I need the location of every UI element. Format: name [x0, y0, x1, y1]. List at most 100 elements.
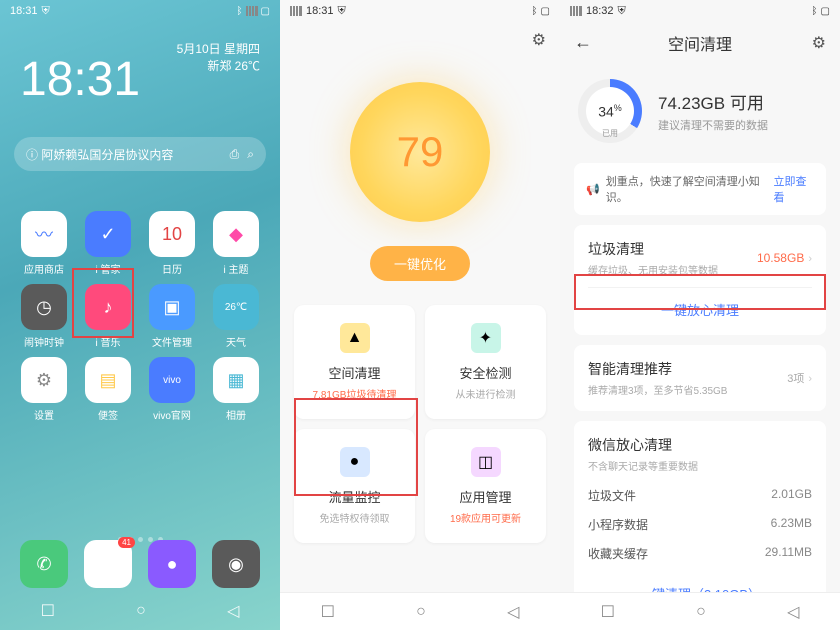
list-row: 收藏夹缓存 29.11MB	[588, 539, 812, 568]
manager-screen: 18:31 ⛨ ᛒ▢ ⚙ 79 一键优化 ▲空间清理7.81GB垃圾待清理✦安全…	[280, 0, 560, 630]
score-value: 79	[397, 128, 444, 176]
app-icon: 10	[149, 211, 195, 257]
row-key: 收藏夹缓存	[588, 545, 648, 562]
nav-home[interactable]: ○	[416, 603, 426, 621]
row-val: 2.01GB	[771, 487, 812, 504]
row-val: 6.23MB	[771, 516, 812, 533]
dock: ✆ ▭41 ● ◉	[0, 540, 280, 588]
nav-home[interactable]: ○	[136, 602, 146, 620]
app-设置[interactable]: ⚙设置	[12, 357, 76, 422]
app-icon: ◆	[213, 211, 259, 257]
tile-title: 应用管理	[433, 487, 538, 506]
nav-recent[interactable]: ☐	[41, 601, 55, 621]
junk-size: 10.58GB	[757, 251, 804, 265]
search-icon[interactable]: ⌕	[247, 147, 254, 162]
mic-icon[interactable]: ⎙	[230, 147, 240, 162]
wechat-title: 微信放心清理	[588, 435, 812, 455]
nav-bar: ☐ ○ ◁	[560, 592, 840, 630]
app-闹钟时钟[interactable]: ◷ 闹钟时钟	[12, 284, 76, 349]
nav-back[interactable]: ◁	[227, 601, 239, 621]
optimize-button[interactable]: 一键优化	[370, 246, 470, 281]
tile-应用管理[interactable]: ◫应用管理19款应用可更新	[425, 429, 546, 543]
nav-recent[interactable]: ☐	[321, 602, 335, 622]
app-icon: ✓	[85, 211, 131, 257]
highlight-imanager	[72, 268, 134, 338]
search-placeholder: 阿娇赖弘国分居协议内容	[41, 146, 173, 163]
app-vivo官网[interactable]: vivovivo官网	[140, 357, 204, 422]
tip-link[interactable]: 立即查看	[774, 173, 814, 205]
list-row: 小程序数据 6.23MB	[588, 510, 812, 539]
tip-banner[interactable]: 📢 划重点，快速了解空间清理小知识。 立即查看	[574, 163, 826, 215]
dock-app[interactable]: ●	[148, 540, 196, 588]
weather-text: 新郑 26℃	[177, 57, 260, 74]
home-screen: 18:31 ⛨ ᛒ▢ 18:31 5月10日 星期四 新郑 26℃ ⓘ 阿娇赖弘…	[0, 0, 280, 630]
nav-back[interactable]: ◁	[507, 602, 519, 622]
score-ring[interactable]: 79	[350, 82, 490, 222]
app-应用商店[interactable]: 〰应用商店	[12, 211, 76, 276]
app-i 主题[interactable]: ◆i 主题	[204, 211, 268, 276]
status-time: 18:31	[306, 5, 334, 17]
tile-安全检测[interactable]: ✦安全检测从未进行检测	[425, 305, 546, 419]
search-bar[interactable]: ⓘ 阿娇赖弘国分居协议内容 ⎙ ⌕	[14, 137, 266, 171]
app-icon: ◷	[21, 284, 67, 330]
app-icon: ▣	[149, 284, 195, 330]
app-文件管理[interactable]: ▣文件管理	[140, 284, 204, 349]
back-icon[interactable]: ←	[574, 32, 592, 53]
nav-home[interactable]: ○	[696, 603, 706, 621]
cleaner-screen: 18:32 ⛨ ᛒ▢ ← 空间清理 ⚙ 34% 已用 74.23GB 可用 建议…	[560, 0, 840, 630]
row-key: 垃圾文件	[588, 487, 636, 504]
tile-sub: 免选特权待领取	[302, 510, 407, 525]
app-icon: 26℃	[213, 284, 259, 330]
shield-icon: ⛨	[338, 5, 346, 18]
bluetooth-icon: ᛒ	[532, 6, 538, 17]
available-storage: 74.23GB 可用	[658, 89, 768, 114]
status-bar: 18:32 ⛨ ᛒ▢	[560, 0, 840, 22]
dock-app[interactable]: ◉	[212, 540, 260, 588]
nav-recent[interactable]: ☐	[601, 602, 615, 622]
highlight-clean-button	[574, 274, 826, 310]
tile-title: 安全检测	[433, 363, 538, 382]
status-bar: 18:31 ⛨ ᛒ▢	[0, 0, 280, 22]
wechat-sub: 不含聊天记录等重要数据	[588, 458, 812, 473]
status-time: 18:31	[10, 5, 38, 17]
app-icon: ▭41	[84, 540, 132, 588]
highlight-space-clean	[294, 398, 418, 496]
storage-advice: 建议清理不需要的数据	[658, 117, 768, 133]
app-相册[interactable]: ▦相册	[204, 357, 268, 422]
app-便签[interactable]: ▤便签	[76, 357, 140, 422]
app-label: 闹钟时钟	[24, 334, 64, 349]
dock-app[interactable]: ▭41	[84, 540, 132, 588]
app-i 管家[interactable]: ✓i 管家	[76, 211, 140, 276]
app-icon: ▤	[85, 357, 131, 403]
app-label: 日历	[162, 261, 182, 276]
smart-count: 3项	[787, 373, 804, 385]
tile-sub: 从未进行检测	[433, 386, 538, 401]
smart-card[interactable]: 智能清理推荐 推荐清理3项，至多节省5.35GB 3项›	[574, 345, 826, 411]
dock-app[interactable]: ✆	[20, 540, 68, 588]
status-time: 18:32	[586, 5, 614, 17]
list-row: 垃圾文件 2.01GB	[588, 481, 812, 510]
row-val: 29.11MB	[765, 545, 812, 562]
app-icon: vivo	[149, 357, 195, 403]
settings-icon[interactable]: ⚙	[532, 30, 546, 50]
bluetooth-icon: ᛒ	[812, 6, 818, 17]
app-天气[interactable]: 26℃ 天气	[204, 284, 268, 349]
junk-title: 垃圾清理	[588, 239, 718, 259]
page-title: 空间清理	[668, 31, 732, 55]
date-widget[interactable]: 5月10日 星期四 新郑 26℃	[177, 40, 260, 74]
usage-label: 已用	[602, 128, 618, 139]
app-label: 天气	[226, 334, 246, 349]
app-label: 相册	[226, 407, 246, 422]
app-日历[interactable]: 10 日历	[140, 211, 204, 276]
settings-icon[interactable]: ⚙	[812, 33, 826, 53]
row-key: 小程序数据	[588, 516, 648, 533]
wechat-card[interactable]: 微信放心清理 不含聊天记录等重要数据 垃圾文件 2.01GB 小程序数据 6.23MB…	[574, 421, 826, 613]
nav-back[interactable]: ◁	[787, 602, 799, 622]
app-icon: 〰	[21, 211, 67, 257]
page-header: ← 空间清理 ⚙	[560, 22, 840, 63]
usage-ring: 34% 已用	[578, 79, 642, 143]
usage-percent: 34%	[598, 103, 622, 120]
signal-icon	[246, 6, 258, 16]
tile-icon: ▲	[340, 323, 370, 353]
tip-text: 划重点，快速了解空间清理小知识。	[606, 173, 768, 205]
